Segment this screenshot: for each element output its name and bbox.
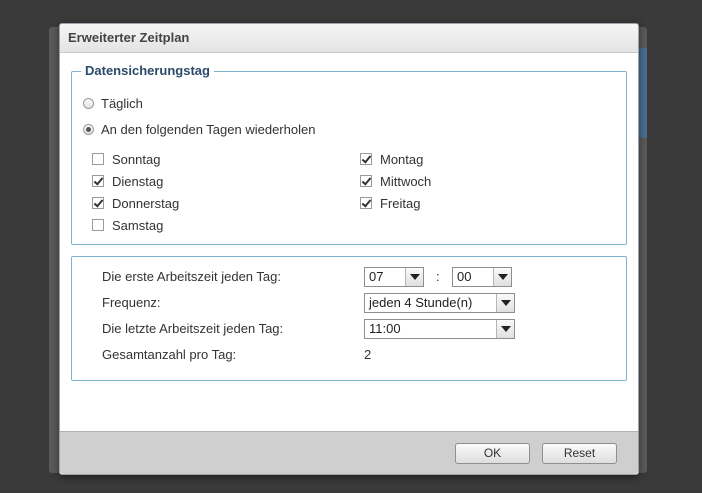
checkbox-friday[interactable]: Freitag [360, 194, 420, 212]
first-minute-select[interactable]: 00 [452, 267, 512, 287]
chevron-down-icon[interactable] [405, 268, 423, 286]
chevron-down-icon[interactable] [496, 320, 514, 338]
ok-button[interactable]: OK [455, 443, 530, 464]
checkbox-friday-label: Freitag [380, 195, 421, 211]
last-time-label: Die letzte Arbeitszeit jeden Tag: [102, 321, 284, 336]
first-hour-select[interactable]: 07 [364, 267, 424, 287]
checkbox-sunday-box[interactable] [92, 153, 104, 165]
advanced-schedule-dialog: Erweiterter Zeitplan Datensicherungstag … [59, 23, 639, 475]
dialog-footer: OK Reset [60, 431, 638, 474]
backup-day-fieldset: Datensicherungstag Täglich An den folgen… [71, 63, 627, 245]
total-value: 2 [364, 347, 372, 362]
schedule-fieldset: Die erste Arbeitszeit jeden Tag: 07 : 00… [71, 256, 627, 381]
frequency-value: jeden 4 Stunde(n) [369, 295, 473, 310]
checkbox-wednesday[interactable]: Mittwoch [360, 172, 431, 190]
time-separator: : [436, 269, 440, 284]
chevron-down-icon[interactable] [496, 294, 514, 312]
radio-daily[interactable]: Täglich [83, 94, 143, 112]
radio-daily-label: Täglich [101, 95, 143, 111]
checkbox-thursday[interactable]: Donnerstag [92, 194, 179, 212]
checkbox-tuesday-box[interactable] [92, 175, 104, 187]
radio-repeat-button[interactable] [83, 123, 94, 135]
radio-repeat[interactable]: An den folgenden Tagen wiederholen [83, 120, 315, 138]
checkbox-wednesday-label: Mittwoch [380, 173, 432, 189]
checkbox-tuesday-label: Dienstag [112, 173, 164, 189]
checkbox-thursday-label: Donnerstag [112, 195, 180, 211]
reset-button[interactable]: Reset [542, 443, 617, 464]
frequency-select[interactable]: jeden 4 Stunde(n) [364, 293, 515, 313]
checkbox-monday-label: Montag [380, 151, 424, 167]
checkbox-thursday-box[interactable] [92, 197, 104, 209]
checkbox-monday-box[interactable] [360, 153, 372, 165]
chevron-down-icon[interactable] [493, 268, 511, 286]
checkbox-tuesday[interactable]: Dienstag [92, 172, 163, 190]
frequency-label: Frequenz: [102, 295, 161, 310]
first-time-label: Die erste Arbeitszeit jeden Tag: [102, 269, 281, 284]
radio-repeat-label: An den folgenden Tagen wiederholen [101, 121, 316, 137]
last-time-select[interactable]: 11:00 [364, 319, 515, 339]
checkbox-wednesday-box[interactable] [360, 175, 372, 187]
first-hour-value: 07 [369, 269, 384, 284]
backup-day-legend: Datensicherungstag [81, 63, 214, 78]
checkbox-saturday-box[interactable] [92, 219, 104, 231]
checkbox-sunday[interactable]: Sonntag [92, 150, 160, 168]
dialog-title: Erweiterter Zeitplan [60, 24, 638, 53]
checkbox-saturday[interactable]: Samstag [92, 216, 163, 234]
last-time-value: 11:00 [369, 321, 401, 336]
checkbox-friday-box[interactable] [360, 197, 372, 209]
radio-daily-button[interactable] [83, 97, 94, 109]
checkbox-monday[interactable]: Montag [360, 150, 423, 168]
checkbox-saturday-label: Samstag [112, 217, 164, 233]
total-label: Gesamtanzahl pro Tag: [102, 347, 237, 362]
checkbox-sunday-label: Sonntag [112, 151, 161, 167]
first-minute-value: 00 [457, 269, 472, 284]
